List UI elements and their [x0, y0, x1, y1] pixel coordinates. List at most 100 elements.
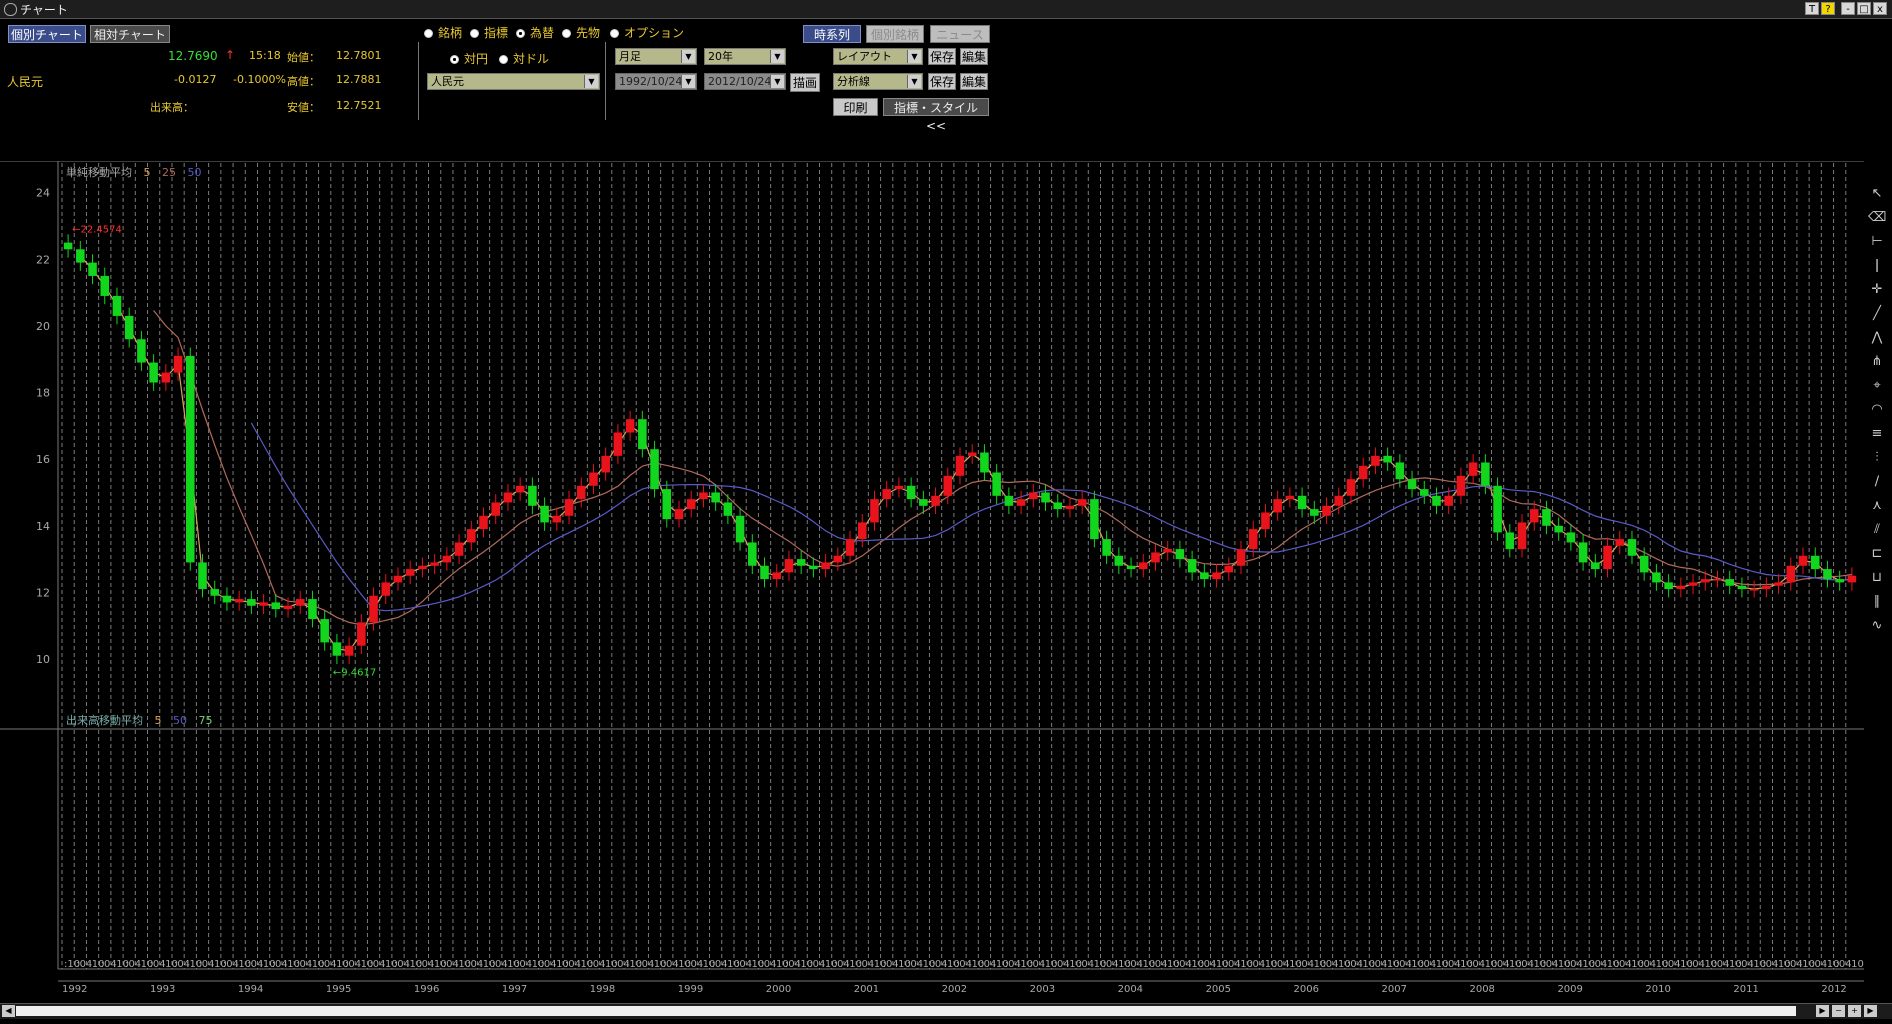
chevron-down-icon: ▼: [681, 75, 695, 88]
x-year-label: 2012: [1821, 984, 1846, 995]
news-button[interactable]: ニュース: [930, 25, 990, 43]
candle-body: [210, 589, 219, 596]
scroll-left-arrow-icon[interactable]: ◀: [2, 1005, 15, 1017]
y-tick-label: 14: [36, 520, 50, 533]
x-year-label: 1993: [150, 984, 175, 995]
candle-body: [1151, 552, 1160, 563]
from-date-field[interactable]: 1992/10/24 ▼: [615, 73, 697, 90]
candle-body: [1529, 509, 1539, 523]
candle-body: [870, 499, 879, 523]
candle-body: [699, 492, 708, 500]
parallel-lines-icon[interactable]: ∥: [1868, 594, 1886, 609]
fibonacci-retracement-icon[interactable]: ≡: [1868, 426, 1886, 441]
minimize-button[interactable]: -: [1841, 2, 1855, 15]
analysis-line-select[interactable]: 分析線 ▼: [833, 73, 923, 90]
gann-fan-icon[interactable]: ⋏: [1868, 498, 1886, 513]
regression-line-icon[interactable]: ∕: [1868, 474, 1886, 489]
cycle-icon[interactable]: ⊔: [1868, 570, 1886, 585]
candle-body: [1823, 569, 1832, 580]
radio-index[interactable]: 指標: [470, 24, 508, 41]
candle-body: [1212, 572, 1221, 580]
candle-body: [1578, 542, 1588, 563]
horizontal-line-icon[interactable]: ⊢: [1868, 234, 1886, 249]
bracket-icon[interactable]: ⊏: [1868, 546, 1886, 561]
candle-body: [1713, 579, 1722, 581]
layout-edit-button[interactable]: 編集: [960, 48, 988, 65]
divider: [605, 42, 606, 120]
x-year-label: 1992: [62, 984, 87, 995]
layout-save-button[interactable]: 保存: [928, 48, 956, 65]
close-button[interactable]: x: [1873, 2, 1887, 15]
zoom-out-icon[interactable]: −: [1832, 1005, 1845, 1017]
candle-body: [943, 475, 953, 496]
eraser-icon[interactable]: ⌫: [1868, 210, 1886, 225]
zoom-in-icon[interactable]: +: [1848, 1005, 1861, 1017]
candle-body: [1175, 549, 1185, 560]
candle-body: [234, 599, 244, 603]
analysis-save-button[interactable]: 保存: [928, 73, 956, 90]
radio-futures[interactable]: 先物: [562, 24, 600, 41]
candle-body: [1395, 462, 1405, 480]
radio-dot-icon: [499, 55, 508, 64]
to-date-field[interactable]: 2012/10/24 ▼: [704, 73, 786, 90]
print-button[interactable]: 印刷: [833, 98, 878, 116]
maximize-button[interactable]: □: [1857, 2, 1871, 15]
layout-select[interactable]: レイアウト ▼: [833, 48, 923, 65]
fibonacci-fan-icon[interactable]: ⌖: [1868, 378, 1886, 393]
radio-vs-dollar[interactable]: 対ドル: [499, 50, 549, 67]
radio-vs-yen[interactable]: 対円: [450, 50, 488, 67]
radio-issue[interactable]: 銘柄: [424, 24, 462, 41]
candle-body: [149, 362, 158, 383]
channel-icon[interactable]: ⫽: [1868, 522, 1886, 537]
analysis-edit-button[interactable]: 編集: [960, 73, 988, 90]
candle-body: [882, 489, 891, 500]
individual-issue-button[interactable]: 個別銘柄: [866, 25, 924, 43]
x-year-label: 2006: [1294, 984, 1319, 995]
chevron-down-icon: ▼: [584, 75, 598, 88]
candle-body: [1639, 555, 1649, 573]
candle-body: [760, 565, 769, 580]
wave-icon[interactable]: ∿: [1868, 618, 1886, 633]
candle-body: [1004, 495, 1014, 506]
tab-individual-chart[interactable]: 個別チャート: [8, 25, 86, 43]
horizontal-scrollbar[interactable]: ◀ ▶ − + ▶: [0, 1003, 1892, 1019]
candle-body: [173, 355, 183, 373]
candle-body: [259, 602, 268, 606]
fan-line-icon[interactable]: ⋀: [1868, 330, 1886, 345]
scroll-thumb[interactable]: [16, 1006, 1796, 1016]
timeseries-button[interactable]: 時系列: [803, 25, 861, 43]
candle-body: [515, 485, 525, 493]
vertical-line-icon[interactable]: ǀ: [1868, 258, 1886, 273]
trend-line-icon[interactable]: ╱: [1868, 306, 1886, 321]
chevron-down-icon: ▼: [907, 50, 921, 63]
span-select[interactable]: 20年 ▼: [704, 48, 786, 65]
candle-body: [686, 499, 696, 510]
radio-option[interactable]: オプション: [610, 24, 684, 41]
cursor-icon[interactable]: ↖: [1868, 186, 1886, 201]
y-tick-label: 12: [36, 586, 50, 599]
interval-select[interactable]: 月足 ▼: [615, 48, 697, 65]
indicator-style-button[interactable]: 指標・スタイル<<: [883, 98, 989, 133]
radio-forex[interactable]: 為替: [516, 24, 554, 41]
candle-body: [1774, 582, 1783, 586]
candle-body: [186, 355, 195, 563]
text-mode-button[interactable]: T: [1805, 2, 1819, 15]
scroll-right-arrow-icon[interactable]: ▶: [1816, 1005, 1829, 1017]
price-chart[interactable]: 2422201816141210 :10:04:10:04:10:04:10:0…: [0, 161, 1864, 1003]
x-year-label: 2010: [1645, 984, 1670, 995]
candle-body: [222, 595, 232, 603]
draw-button[interactable]: 描画: [790, 73, 820, 92]
crosshair-icon[interactable]: ✛: [1868, 282, 1886, 297]
currency-select[interactable]: 人民元 ▼: [427, 73, 600, 90]
low-value: 12.7521: [336, 99, 382, 112]
pitchfork-icon[interactable]: ⋔: [1868, 354, 1886, 369]
candle-body: [1688, 582, 1698, 586]
fibonacci-time-icon[interactable]: ⫶: [1868, 450, 1886, 465]
candle-body: [601, 455, 610, 473]
fibonacci-arc-icon[interactable]: ◠: [1868, 402, 1886, 417]
scroll-end-icon[interactable]: ▶: [1864, 1005, 1877, 1017]
candle-body: [1737, 585, 1747, 590]
help-button[interactable]: ?: [1821, 2, 1835, 15]
candle-body: [1615, 539, 1625, 546]
tab-relative-chart[interactable]: 相対チャート: [90, 25, 170, 43]
